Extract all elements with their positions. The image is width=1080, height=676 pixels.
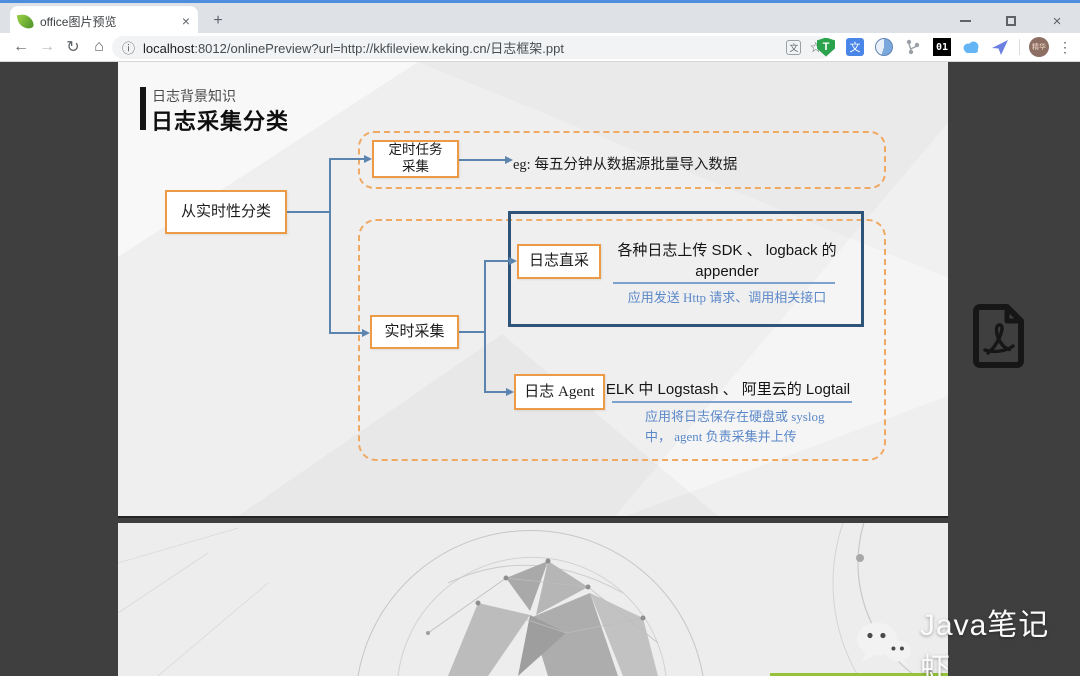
watermark-text: Java笔记虾 bbox=[920, 600, 1080, 676]
slide-1: 日志背景知识 日志采集分类 从实时性分类 定时任务采集 bbox=[118, 62, 948, 518]
browser-toolbar: ← → ↻ ⌂ ⓘ localhost:8012/onlinePreview?u… bbox=[0, 33, 1080, 62]
extensions-row: T 文 01 精华 ⋮ bbox=[816, 33, 1072, 61]
wireframe-globe-graphic bbox=[118, 523, 948, 676]
extension-downloader-button[interactable] bbox=[874, 37, 894, 57]
extension-translate-button[interactable]: 文 bbox=[845, 37, 865, 57]
connector-line bbox=[329, 332, 362, 334]
browser-menu-icon[interactable]: ⋮ bbox=[1058, 39, 1072, 56]
url-host: localhost bbox=[143, 41, 194, 56]
extension-01-button[interactable]: 01 bbox=[932, 37, 952, 57]
scheduled-note: eg: 每五分钟从数据源批量导入数据 bbox=[513, 153, 737, 174]
leaf-favicon-icon bbox=[17, 12, 34, 29]
reload-button[interactable]: ↻ bbox=[60, 33, 86, 61]
01-badge-icon: 01 bbox=[933, 38, 951, 56]
forward-button[interactable]: → bbox=[34, 33, 60, 61]
window-controls: × bbox=[942, 6, 1080, 36]
node-scheduled: 定时任务采集 bbox=[372, 140, 459, 178]
circle-icon bbox=[875, 38, 893, 56]
url-path: :8012/onlinePreview?url=http://kkfilevie… bbox=[194, 41, 564, 56]
agent-note: 应用将日志保存在硬盘或 syslog中， agent 负责采集并上传 bbox=[645, 407, 855, 447]
minimize-icon bbox=[960, 20, 971, 22]
connector-line bbox=[329, 158, 331, 334]
connector-line bbox=[484, 391, 507, 393]
close-button[interactable]: × bbox=[1034, 6, 1080, 36]
url-text: localhost:8012/onlinePreview?url=http://… bbox=[143, 38, 778, 57]
close-icon: × bbox=[1053, 14, 1062, 29]
wechat-icon bbox=[856, 620, 912, 668]
slide-2 bbox=[118, 523, 948, 676]
agent-heading: ELK 中 Logstash 、 阿里云的 Logtail bbox=[588, 379, 868, 400]
maximize-icon bbox=[1006, 16, 1016, 26]
minimize-button[interactable] bbox=[942, 6, 988, 36]
connector-line bbox=[329, 158, 365, 160]
connector-line bbox=[459, 159, 505, 161]
connector-line bbox=[484, 260, 510, 262]
node-realtime: 实时采集 bbox=[370, 315, 459, 349]
address-bar[interactable]: ⓘ localhost:8012/onlinePreview?url=http:… bbox=[112, 36, 832, 59]
direct-heading: 各种日志上传 SDK 、 logback 的appender bbox=[586, 240, 868, 282]
preview-canvas: 日志背景知识 日志采集分类 从实时性分类 定时任务采集 bbox=[0, 62, 1080, 676]
arrow-icon bbox=[362, 329, 370, 337]
node-root: 从实时性分类 bbox=[165, 190, 287, 234]
tab-bar: office图片预览 × + × bbox=[0, 0, 1080, 33]
arrow-icon bbox=[509, 257, 517, 265]
cloud-icon bbox=[961, 39, 981, 55]
translate-icon: 文 bbox=[846, 38, 864, 56]
arrow-icon bbox=[505, 156, 513, 164]
direct-note: 应用发送 Http 请求、调用相关接口 bbox=[586, 288, 868, 308]
maximize-button[interactable] bbox=[988, 6, 1034, 36]
agent-heading-underline bbox=[612, 401, 852, 403]
browser-window: office图片预览 × + × ← → ↻ ⌂ ⓘ localhost:801… bbox=[0, 0, 1080, 676]
back-button[interactable]: ← bbox=[8, 33, 34, 61]
toolbar-separator bbox=[1019, 39, 1020, 55]
tree-icon bbox=[904, 38, 922, 56]
connector-line bbox=[484, 260, 486, 393]
watermark: Java笔记虾 bbox=[856, 600, 1080, 676]
page-info-icon[interactable]: ⓘ bbox=[122, 38, 135, 57]
pdf-preview-button[interactable] bbox=[968, 300, 1030, 372]
translate-page-icon[interactable]: 文 bbox=[786, 40, 801, 55]
arrow-icon bbox=[506, 388, 514, 396]
node-scheduled-label: 定时任务采集 bbox=[389, 142, 443, 176]
shield-icon: T bbox=[817, 38, 835, 57]
title-accent-bar bbox=[140, 87, 146, 130]
direct-heading-underline bbox=[613, 282, 835, 284]
pdf-file-icon bbox=[968, 300, 1030, 372]
home-button[interactable]: ⌂ bbox=[86, 33, 112, 61]
tab-title: office图片预览 bbox=[40, 13, 175, 30]
browser-tab[interactable]: office图片预览 × bbox=[10, 6, 198, 36]
bird-icon bbox=[990, 37, 1010, 57]
arrow-icon bbox=[364, 155, 372, 163]
extension-bird-button[interactable] bbox=[990, 37, 1010, 57]
new-tab-button[interactable]: + bbox=[206, 10, 230, 32]
tab-close-icon[interactable]: × bbox=[182, 14, 190, 28]
extension-cloud-button[interactable] bbox=[961, 37, 981, 57]
connector-line bbox=[287, 211, 330, 213]
connector-line bbox=[459, 331, 485, 333]
profile-avatar[interactable]: 精华 bbox=[1029, 37, 1049, 57]
slide-title: 日志采集分类 bbox=[151, 104, 289, 136]
slide-eyebrow: 日志背景知识 bbox=[152, 86, 236, 106]
extension-tree-button[interactable] bbox=[903, 37, 923, 57]
extension-shield-button[interactable]: T bbox=[816, 37, 836, 57]
